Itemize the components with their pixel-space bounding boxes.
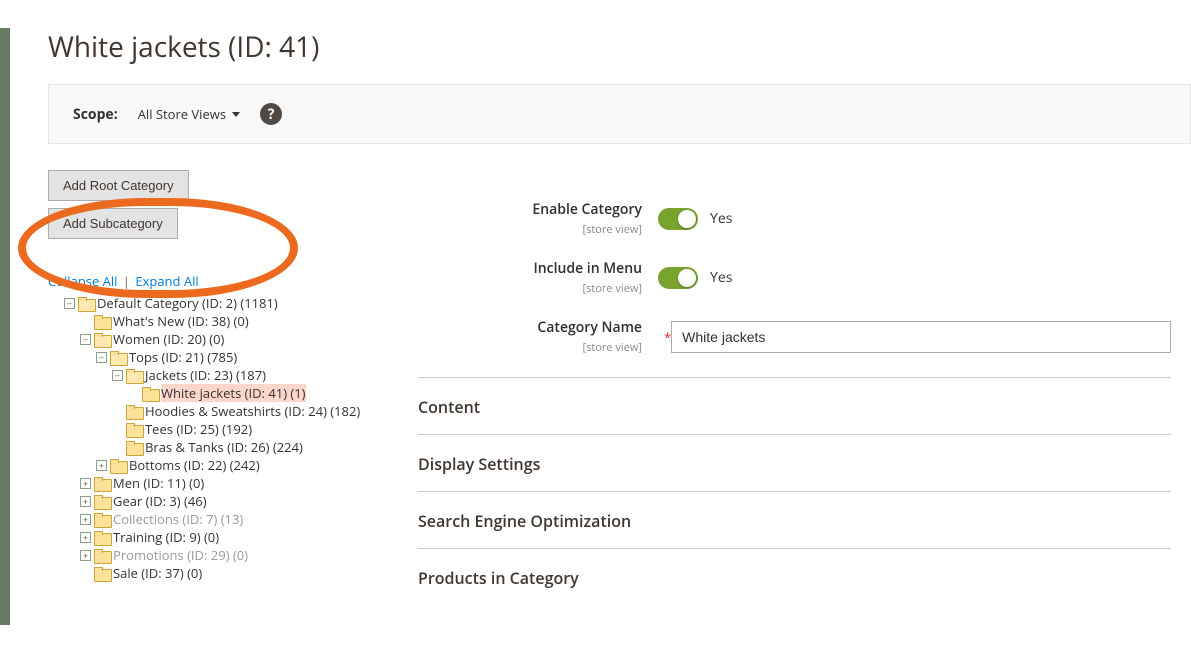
section-seo[interactable]: Search Engine Optimization <box>418 491 1171 548</box>
sidebar-sliver <box>0 28 10 625</box>
separator: | <box>123 272 130 290</box>
include-in-menu-label: Include in Menu <box>418 259 642 278</box>
tree-node-bras[interactable]: Bras & Tanks (ID: 26) (224) <box>112 438 388 456</box>
folder-icon <box>94 531 110 544</box>
tree-node-gear[interactable]: + Gear (ID: 3) (46) <box>80 492 388 510</box>
enable-category-toggle[interactable] <box>658 208 698 230</box>
tree-node-bottoms[interactable]: + Bottoms (ID: 22) (242) <box>96 456 388 474</box>
chevron-down-icon <box>232 112 240 117</box>
folder-icon <box>94 549 110 562</box>
tree-node-hoodies[interactable]: Hoodies & Sweatshirts (ID: 24) (182) <box>112 402 388 420</box>
expand-icon[interactable]: + <box>80 532 91 543</box>
tree-node-promotions[interactable]: + Promotions (ID: 29) (0) <box>80 546 388 564</box>
category-name-label: Category Name <box>418 318 642 337</box>
include-in-menu-hint: [store view] <box>583 281 642 296</box>
add-subcategory-button[interactable]: Add Subcategory <box>48 208 178 239</box>
collapse-icon[interactable]: − <box>80 334 91 345</box>
folder-icon <box>94 567 110 580</box>
section-content[interactable]: Content <box>418 377 1171 434</box>
help-icon[interactable]: ? <box>260 103 282 125</box>
expand-icon[interactable]: + <box>80 550 91 561</box>
add-root-category-button[interactable]: Add Root Category <box>48 170 189 201</box>
scope-select-value: All Store Views <box>138 105 226 123</box>
folder-open-icon <box>94 333 110 346</box>
section-display-settings[interactable]: Display Settings <box>418 434 1171 491</box>
include-in-menu-toggle[interactable] <box>658 267 698 289</box>
collapse-icon[interactable]: − <box>96 352 107 363</box>
scope-bar: Scope: All Store Views ? <box>48 84 1191 144</box>
collapse-all-link[interactable]: Collapse All <box>48 272 117 290</box>
page-title: White jackets (ID: 41) <box>48 28 1191 66</box>
folder-icon <box>94 513 110 526</box>
tree-node-sale[interactable]: Sale (ID: 37) (0) <box>80 564 388 582</box>
expand-icon[interactable]: + <box>80 496 91 507</box>
expand-all-link[interactable]: Expand All <box>135 272 198 290</box>
folder-icon <box>126 405 142 418</box>
include-in-menu-value: Yes <box>710 268 732 287</box>
folder-icon <box>126 423 142 436</box>
category-name-hint: [store view] <box>583 340 642 355</box>
enable-category-label: Enable Category <box>418 200 642 219</box>
scope-label: Scope: <box>73 105 118 124</box>
expand-icon[interactable]: + <box>80 514 91 525</box>
folder-icon <box>94 477 110 490</box>
category-tree: − Default Category (ID: 2) (1181) What's… <box>48 294 388 582</box>
collapse-icon[interactable]: − <box>112 370 123 381</box>
scope-select[interactable]: All Store Views <box>138 105 240 123</box>
tree-node-whats-new[interactable]: What's New (ID: 38) (0) <box>80 312 388 330</box>
tree-node-jackets[interactable]: − Jackets (ID: 23) (187) <box>112 366 388 384</box>
folder-icon <box>142 387 158 400</box>
folder-icon <box>110 459 126 472</box>
section-products-in-category[interactable]: Products in Category <box>418 548 1171 605</box>
tree-node-white-jackets[interactable]: White jackets (ID: 41) (1) <box>128 384 388 402</box>
tree-node-training[interactable]: + Training (ID: 9) (0) <box>80 528 388 546</box>
tree-node-tees[interactable]: Tees (ID: 25) (192) <box>112 420 388 438</box>
folder-icon <box>126 441 142 454</box>
folder-open-icon <box>126 369 142 382</box>
tree-node-default-category[interactable]: − Default Category (ID: 2) (1181) <box>64 294 388 312</box>
enable-category-value: Yes <box>710 209 732 228</box>
category-name-input[interactable] <box>671 321 1171 353</box>
folder-icon <box>94 495 110 508</box>
tree-node-women[interactable]: − Women (ID: 20) (0) <box>80 330 388 348</box>
folder-open-icon <box>78 297 94 310</box>
folder-icon <box>94 315 110 328</box>
tree-node-tops[interactable]: − Tops (ID: 21) (785) <box>96 348 388 366</box>
expand-icon[interactable]: + <box>80 478 91 489</box>
tree-node-men[interactable]: + Men (ID: 11) (0) <box>80 474 388 492</box>
enable-category-hint: [store view] <box>583 222 642 237</box>
folder-open-icon <box>110 351 126 364</box>
tree-node-collections[interactable]: + Collections (ID: 7) (13) <box>80 510 388 528</box>
expand-icon[interactable]: + <box>96 460 107 471</box>
required-asterisk: * <box>664 328 671 346</box>
collapse-icon[interactable]: − <box>64 298 75 309</box>
